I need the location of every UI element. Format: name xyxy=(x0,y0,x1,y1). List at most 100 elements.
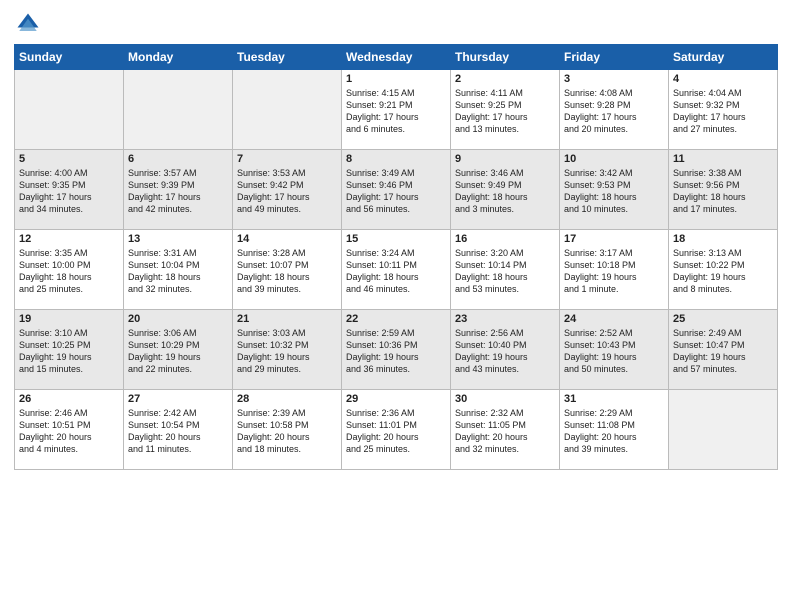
day-number: 20 xyxy=(128,313,228,325)
day-number: 6 xyxy=(128,153,228,165)
calendar-cell: 7 Sunrise: 3:53 AM Sunset: 9:42 PM Daylig… xyxy=(233,150,342,230)
day-number: 17 xyxy=(564,233,664,245)
day-number: 8 xyxy=(346,153,446,165)
calendar-cell: 1Sunrise: 4:15 AM Sunset: 9:21 PM Daylig… xyxy=(342,70,451,150)
calendar-cell: 22Sunrise: 2:59 AM Sunset: 10:36 PM Dayl… xyxy=(342,310,451,390)
calendar-cell: 12 Sunrise: 3:35 AM Sunset: 10:00 PM Dayl… xyxy=(15,230,124,310)
logo xyxy=(14,10,46,38)
day-info: Sunrise: 3:38 AM Sunset: 9:56 PM Dayligh… xyxy=(673,167,773,216)
day-info: Sunrise: 3:28 AM Sunset: 10:07 PM Daylig… xyxy=(237,247,337,296)
day-info: Sunrise: 4:11 AM Sunset: 9:25 PM Dayligh… xyxy=(455,87,555,136)
calendar-cell: 29 Sunrise: 2:36 AM Sunset: 11:01 PM Dayl… xyxy=(342,390,451,470)
weekday-header-saturday: Saturday xyxy=(669,45,778,70)
calendar-cell: 28Sunrise: 2:39 AM Sunset: 10:58 PM Dayl… xyxy=(233,390,342,470)
day-number: 25 xyxy=(673,313,773,325)
day-info: Sunrise: 2:36 AM Sunset: 11:01 PM Daylig… xyxy=(346,407,446,456)
day-number: 26 xyxy=(19,393,119,405)
day-number: 2 xyxy=(455,73,555,85)
calendar-cell: 13Sunrise: 3:31 AM Sunset: 10:04 PM Dayl… xyxy=(124,230,233,310)
day-number: 21 xyxy=(237,313,337,325)
day-number: 12 xyxy=(19,233,119,245)
calendar-week-row: 5 Sunrise: 4:00 AM Sunset: 9:35 PM Daylig… xyxy=(15,150,778,230)
day-info: Sunrise: 3:03 AM Sunset: 10:32 PM Daylig… xyxy=(237,327,337,376)
weekday-header-thursday: Thursday xyxy=(451,45,560,70)
calendar-cell: 26Sunrise: 2:46 AM Sunset: 10:51 PM Dayl… xyxy=(15,390,124,470)
calendar-cell: 14 Sunrise: 3:28 AM Sunset: 10:07 PM Dayl… xyxy=(233,230,342,310)
day-number: 7 xyxy=(237,153,337,165)
day-info: Sunrise: 3:35 AM Sunset: 10:00 PM Daylig… xyxy=(19,247,119,296)
calendar-cell: 24 Sunrise: 2:52 AM Sunset: 10:43 PM Dayl… xyxy=(560,310,669,390)
day-number: 4 xyxy=(673,73,773,85)
calendar-cell xyxy=(233,70,342,150)
day-number: 14 xyxy=(237,233,337,245)
calendar-cell: 8 Sunrise: 3:49 AM Sunset: 9:46 PM Daylig… xyxy=(342,150,451,230)
day-number: 5 xyxy=(19,153,119,165)
day-number: 3 xyxy=(564,73,664,85)
day-info: Sunrise: 3:13 AM Sunset: 10:22 PM Daylig… xyxy=(673,247,773,296)
day-info: Sunrise: 2:52 AM Sunset: 10:43 PM Daylig… xyxy=(564,327,664,376)
day-number: 22 xyxy=(346,313,446,325)
day-number: 18 xyxy=(673,233,773,245)
day-info: Sunrise: 2:49 AM Sunset: 10:47 PM Daylig… xyxy=(673,327,773,376)
calendar-cell: 31 Sunrise: 2:29 AM Sunset: 11:08 PM Dayl… xyxy=(560,390,669,470)
day-info: Sunrise: 4:15 AM Sunset: 9:21 PM Dayligh… xyxy=(346,87,446,136)
day-info: Sunrise: 3:17 AM Sunset: 10:18 PM Daylig… xyxy=(564,247,664,296)
calendar-cell: 2 Sunrise: 4:11 AM Sunset: 9:25 PM Daylig… xyxy=(451,70,560,150)
day-info: Sunrise: 3:53 AM Sunset: 9:42 PM Dayligh… xyxy=(237,167,337,216)
calendar-cell: 5 Sunrise: 4:00 AM Sunset: 9:35 PM Daylig… xyxy=(15,150,124,230)
day-info: Sunrise: 4:08 AM Sunset: 9:28 PM Dayligh… xyxy=(564,87,664,136)
day-info: Sunrise: 2:29 AM Sunset: 11:08 PM Daylig… xyxy=(564,407,664,456)
day-info: Sunrise: 2:42 AM Sunset: 10:54 PM Daylig… xyxy=(128,407,228,456)
day-number: 23 xyxy=(455,313,555,325)
header xyxy=(14,10,778,38)
calendar-week-row: 12 Sunrise: 3:35 AM Sunset: 10:00 PM Dayl… xyxy=(15,230,778,310)
day-info: Sunrise: 2:56 AM Sunset: 10:40 PM Daylig… xyxy=(455,327,555,376)
day-number: 15 xyxy=(346,233,446,245)
day-info: Sunrise: 3:10 AM Sunset: 10:25 PM Daylig… xyxy=(19,327,119,376)
day-number: 19 xyxy=(19,313,119,325)
calendar-cell: 17 Sunrise: 3:17 AM Sunset: 10:18 PM Dayl… xyxy=(560,230,669,310)
calendar-cell xyxy=(669,390,778,470)
calendar-cell: 3 Sunrise: 4:08 AM Sunset: 9:28 PM Daylig… xyxy=(560,70,669,150)
day-info: Sunrise: 3:06 AM Sunset: 10:29 PM Daylig… xyxy=(128,327,228,376)
calendar-cell: 10 Sunrise: 3:42 AM Sunset: 9:53 PM Dayli… xyxy=(560,150,669,230)
day-number: 13 xyxy=(128,233,228,245)
day-number: 30 xyxy=(455,393,555,405)
day-number: 11 xyxy=(673,153,773,165)
weekday-header-tuesday: Tuesday xyxy=(233,45,342,70)
calendar-cell: 16Sunrise: 3:20 AM Sunset: 10:14 PM Dayl… xyxy=(451,230,560,310)
day-number: 31 xyxy=(564,393,664,405)
day-info: Sunrise: 4:00 AM Sunset: 9:35 PM Dayligh… xyxy=(19,167,119,216)
calendar-cell: 30 Sunrise: 2:32 AM Sunset: 11:05 PM Dayl… xyxy=(451,390,560,470)
day-number: 10 xyxy=(564,153,664,165)
weekday-header-wednesday: Wednesday xyxy=(342,45,451,70)
day-number: 29 xyxy=(346,393,446,405)
day-info: Sunrise: 3:46 AM Sunset: 9:49 PM Dayligh… xyxy=(455,167,555,216)
day-info: Sunrise: 3:24 AM Sunset: 10:11 PM Daylig… xyxy=(346,247,446,296)
day-info: Sunrise: 2:32 AM Sunset: 11:05 PM Daylig… xyxy=(455,407,555,456)
weekday-header-monday: Monday xyxy=(124,45,233,70)
calendar-cell: 25 Sunrise: 2:49 AM Sunset: 10:47 PM Dayl… xyxy=(669,310,778,390)
calendar-table: SundayMondayTuesdayWednesdayThursdayFrid… xyxy=(14,44,778,470)
calendar-cell: 15 Sunrise: 3:24 AM Sunset: 10:11 PM Dayl… xyxy=(342,230,451,310)
day-info: Sunrise: 2:39 AM Sunset: 10:58 PM Daylig… xyxy=(237,407,337,456)
weekday-header-row: SundayMondayTuesdayWednesdayThursdayFrid… xyxy=(15,45,778,70)
day-info: Sunrise: 3:49 AM Sunset: 9:46 PM Dayligh… xyxy=(346,167,446,216)
day-info: Sunrise: 3:57 AM Sunset: 9:39 PM Dayligh… xyxy=(128,167,228,216)
day-number: 24 xyxy=(564,313,664,325)
calendar-week-row: 26Sunrise: 2:46 AM Sunset: 10:51 PM Dayl… xyxy=(15,390,778,470)
day-number: 9 xyxy=(455,153,555,165)
logo-icon xyxy=(14,10,42,38)
calendar-cell: 19 Sunrise: 3:10 AM Sunset: 10:25 PM Dayl… xyxy=(15,310,124,390)
calendar-cell: 4 Sunrise: 4:04 AM Sunset: 9:32 PM Daylig… xyxy=(669,70,778,150)
weekday-header-friday: Friday xyxy=(560,45,669,70)
day-info: Sunrise: 4:04 AM Sunset: 9:32 PM Dayligh… xyxy=(673,87,773,136)
calendar-cell: 21 Sunrise: 3:03 AM Sunset: 10:32 PM Dayl… xyxy=(233,310,342,390)
calendar-cell: 9 Sunrise: 3:46 AM Sunset: 9:49 PM Daylig… xyxy=(451,150,560,230)
day-info: Sunrise: 3:20 AM Sunset: 10:14 PM Daylig… xyxy=(455,247,555,296)
weekday-header-sunday: Sunday xyxy=(15,45,124,70)
day-number: 27 xyxy=(128,393,228,405)
calendar-cell: 6 Sunrise: 3:57 AM Sunset: 9:39 PM Daylig… xyxy=(124,150,233,230)
calendar-cell xyxy=(15,70,124,150)
day-info: Sunrise: 3:42 AM Sunset: 9:53 PM Dayligh… xyxy=(564,167,664,216)
